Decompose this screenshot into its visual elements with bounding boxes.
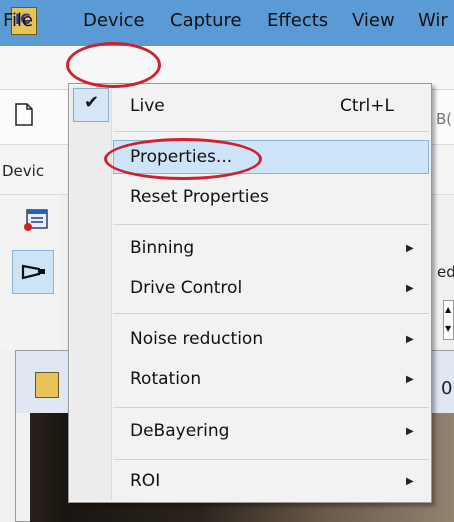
submenu-arrow-icon: ▶	[406, 476, 414, 487]
menu-file[interactable]: File	[3, 10, 33, 31]
menu-separator	[113, 459, 429, 460]
checkmark-icon: ✔	[84, 92, 100, 113]
submenu-arrow-icon: ▶	[406, 243, 414, 254]
menu-item-binning[interactable]: Binning	[130, 238, 194, 258]
submenu-arrow-icon: ▶	[406, 374, 414, 385]
toolbar-partial-label: ed	[437, 263, 454, 281]
submenu-arrow-icon: ▶	[406, 334, 414, 345]
device-label: Devic	[2, 162, 45, 180]
child-window-icon	[35, 372, 59, 398]
annotation-circle-properties	[104, 138, 262, 180]
menu-separator	[113, 407, 429, 408]
menu-view[interactable]: View	[352, 10, 395, 31]
menu-capture[interactable]: Capture	[170, 10, 242, 31]
menu-device[interactable]: Device	[83, 10, 145, 31]
child-window-title-partial: 0	[441, 378, 453, 399]
menu-item-roi[interactable]: ROI	[130, 471, 160, 491]
spin-up-icon: ▲	[445, 305, 452, 314]
device-settings-icon[interactable]	[23, 208, 49, 232]
submenu-arrow-icon: ▶	[406, 426, 414, 437]
menu-separator	[113, 224, 429, 225]
camera-icon	[21, 263, 47, 281]
menu-item-live[interactable]: Live	[130, 96, 165, 116]
menu-item-reset-properties[interactable]: Reset Properties	[130, 187, 269, 207]
toolbar-partial-label: B(	[436, 110, 453, 128]
new-document-icon[interactable]	[15, 103, 33, 126]
menu-effects[interactable]: Effects	[267, 10, 328, 31]
menu-item-noise-reduction[interactable]: Noise reduction	[130, 329, 263, 349]
spin-down-icon: ▼	[445, 324, 452, 333]
annotation-circle-device	[66, 42, 161, 88]
menu-separator	[113, 313, 429, 314]
live-shortcut: Ctrl+L	[340, 96, 394, 116]
submenu-arrow-icon: ▶	[406, 283, 414, 294]
menu-separator	[113, 131, 429, 132]
menu-item-debayering[interactable]: DeBayering	[130, 421, 229, 441]
menu-window[interactable]: Wir	[418, 10, 448, 31]
menu-check-column	[70, 86, 112, 500]
menu-item-drive-control[interactable]: Drive Control	[130, 278, 242, 298]
menu-item-rotation[interactable]: Rotation	[130, 369, 201, 389]
